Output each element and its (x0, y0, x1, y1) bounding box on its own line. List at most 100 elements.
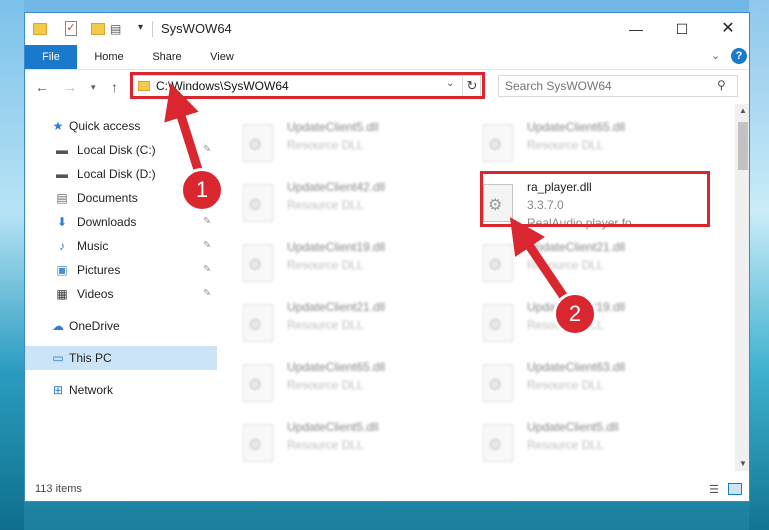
close-button[interactable]: ✕ (705, 13, 749, 45)
dll-file-icon: ⚙ (483, 304, 513, 342)
file-type: Resource DLL (527, 438, 604, 452)
file-item[interactable]: ⚙ UpdateClient5.dll Resource DLL (483, 418, 713, 471)
sidebar-item-label: Videos (77, 287, 114, 301)
file-name: UpdateClient21.dll (287, 300, 386, 314)
sidebar-item-label: Local Disk (C:) (77, 143, 156, 157)
file-name: UpdateClient63.dll (527, 360, 626, 374)
address-bar[interactable]: C:\Windows\SysWOW64 ⌄ ↻ (131, 75, 481, 97)
file-item[interactable]: ⚙UpdateClient19.dllResource DLL (483, 298, 713, 352)
tab-share[interactable]: Share (143, 45, 191, 69)
documents-icon: ▤ (56, 191, 68, 205)
desktop-background-left (0, 0, 24, 530)
network-icon: ⊞ (52, 383, 64, 397)
details-view-icon[interactable]: ☰ (706, 483, 722, 497)
dll-file-icon: ⚙ (243, 244, 273, 282)
file-item[interactable]: ⚙ ra_player.dll 3.3.7.0 RealAudio player fo… (483, 178, 713, 232)
scrollbar-thumb[interactable] (738, 122, 748, 170)
dll-file-icon: ⚙ (243, 124, 273, 162)
scroll-down-arrow-icon[interactable]: ▼ (735, 457, 749, 471)
large-icons-view-icon[interactable] (728, 483, 742, 495)
vertical-scrollbar[interactable]: ▲ ▼ (735, 104, 749, 471)
tab-view[interactable]: View (201, 45, 243, 69)
pin-icon[interactable]: ✎ (203, 210, 211, 234)
gear-icon: ⚙ (488, 317, 503, 334)
sidebar-item-network[interactable]: ⊞ Network (25, 378, 217, 402)
gear-icon: ⚙ (488, 437, 503, 454)
search-box[interactable]: ⚲ (498, 75, 738, 97)
file-type: Resource DLL (287, 258, 364, 272)
file-version: 3.3.7.0 (527, 198, 564, 212)
file-type: Resource DLL (527, 378, 604, 392)
file-type: Resource DLL (287, 198, 364, 212)
sidebar-item-music[interactable]: ♪ Music ✎ (25, 234, 217, 258)
recent-locations-chevron-icon[interactable]: ▾ (91, 82, 96, 93)
search-icon[interactable]: ⚲ (717, 78, 726, 92)
maximize-button[interactable]: ☐ (659, 13, 705, 45)
dll-file-icon: ⚙ (243, 364, 273, 402)
file-item[interactable]: ⚙ UpdateClient5.dll Resource DLL (243, 418, 473, 471)
gear-icon: ⚙ (248, 197, 263, 214)
sidebar-item-label: This PC (69, 351, 112, 365)
back-arrow-icon[interactable]: ← (35, 79, 49, 95)
pin-icon[interactable]: ✎ (203, 138, 211, 162)
file-item[interactable]: ⚙ UpdateClient21.dll Resource DLL (483, 238, 713, 292)
file-type: Resource DLL (527, 138, 604, 152)
file-description: RealAudio player fo... (527, 216, 642, 230)
file-item[interactable]: ⚙ UpdateClient5.dll Resource DLL (243, 118, 473, 172)
refresh-icon[interactable]: ↻ (462, 76, 481, 96)
file-item[interactable]: ⚙ UpdateClient63.dll Resource DLL (483, 358, 713, 412)
new-folder-icon[interactable] (91, 23, 105, 35)
file-name: UpdateClient65.dll (527, 120, 626, 134)
help-icon[interactable]: ? (731, 48, 747, 64)
file-name: UpdateClient21.dll (527, 240, 626, 254)
sidebar-item-this-pc[interactable]: ▭ This PC (25, 346, 217, 370)
pictures-icon: ▣ (56, 263, 68, 277)
address-path[interactable]: C:\Windows\SysWOW64 (156, 79, 289, 93)
cloud-icon: ☁ (52, 319, 64, 333)
search-input[interactable] (505, 78, 705, 94)
pin-icon[interactable]: ✎ (203, 282, 211, 306)
star-icon: ★ (52, 119, 64, 133)
scroll-up-arrow-icon[interactable]: ▲ (735, 104, 749, 118)
expand-ribbon-chevron-icon[interactable]: ⌄ (711, 49, 720, 62)
sidebar-item-local-disk-c[interactable]: ▬ Local Disk (C:) ✎ (25, 138, 217, 162)
pin-icon[interactable]: ✎ (203, 234, 211, 258)
sidebar-item-label: Quick access (69, 119, 141, 133)
file-item[interactable]: ⚙ UpdateClient65.dll Resource DLL (243, 358, 473, 412)
file-item[interactable]: ⚙ UpdateClient21.dll Resource DLL (243, 298, 473, 352)
minimize-button[interactable]: — (613, 13, 659, 45)
sidebar-item-downloads[interactable]: ⬇ Downloads ✎ (25, 210, 217, 234)
dll-file-icon: ⚙ (483, 364, 513, 402)
forward-arrow-icon[interactable]: → (63, 79, 77, 95)
file-item[interactable]: ⚙UpdateClient19.dllResource DLL (243, 238, 473, 292)
gear-icon: ⚙ (488, 377, 503, 394)
quick-access-toolbar-icon[interactable]: ▤ (110, 22, 124, 36)
up-arrow-icon[interactable]: ↑ (111, 79, 118, 95)
sidebar-item-label: Pictures (77, 263, 121, 277)
dll-file-icon: ⚙ (483, 184, 513, 222)
file-name: UpdateClient5.dll (527, 420, 619, 434)
gear-icon: ⚙ (248, 437, 263, 454)
file-item[interactable]: ⚙ UpdateClient65.dll Resource DLL (483, 118, 713, 172)
tab-home[interactable]: Home (85, 45, 133, 69)
address-dropdown-chevron-icon[interactable]: ⌄ (446, 78, 454, 89)
sidebar-item-videos[interactable]: ▦ Videos ✎ (25, 282, 217, 306)
item-count: 113 items (35, 483, 82, 495)
sidebar-item-pictures[interactable]: ▣ Pictures ✎ (25, 258, 217, 282)
download-icon: ⬇ (56, 215, 68, 229)
pin-icon[interactable]: ✎ (203, 258, 211, 282)
sidebar-item-quick-access[interactable]: ★ Quick access (25, 114, 217, 138)
file-list: ⚙ UpdateClient5.dll Resource DLL ⚙ UpdateCli… (217, 104, 735, 471)
tab-file[interactable]: File (25, 45, 77, 69)
gear-icon: ⚙ (248, 377, 263, 394)
properties-check-icon[interactable]: ✓ (65, 21, 77, 36)
file-type: Resource DLL (287, 438, 364, 452)
customize-toolbar-chevron-icon[interactable]: ▾ (138, 22, 148, 36)
gear-icon: ⚙ (248, 317, 263, 334)
folder-icon[interactable] (33, 23, 47, 35)
file-item[interactable]: ⚙ UpdateClient42.dll Resource DLL (243, 178, 473, 232)
address-folder-icon (138, 81, 150, 91)
dll-file-icon: ⚙ (243, 184, 273, 222)
sidebar-item-onedrive[interactable]: ☁ OneDrive (25, 314, 217, 338)
file-type: Resource DLL (287, 138, 364, 152)
